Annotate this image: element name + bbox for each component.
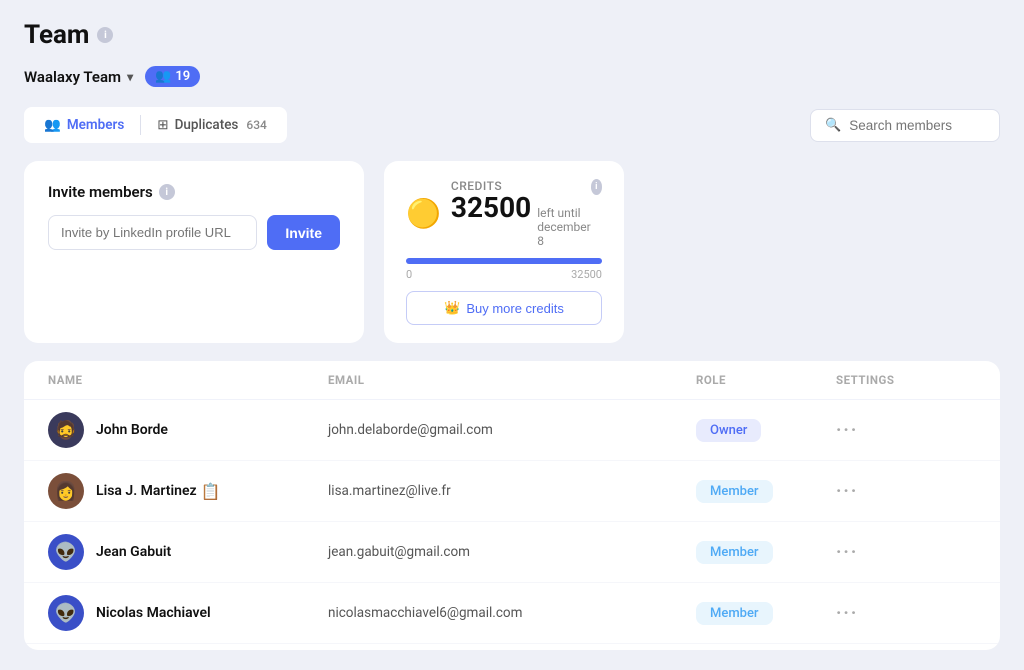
search-box[interactable]: 🔍: [810, 109, 1000, 142]
avatar: 👩: [48, 473, 84, 509]
member-name-cell: 👽 Nicolas Machiavel: [48, 595, 328, 631]
buy-credits-icon: 👑: [444, 300, 460, 316]
col-settings: SETTINGS: [836, 373, 956, 387]
invite-info-icon[interactable]: i: [159, 184, 175, 200]
member-name-cell: 🧔 John Borde: [48, 412, 328, 448]
credits-bar-bg: [406, 258, 602, 264]
table-row: 🧔 John Borde john.delaborde@gmail.com Ow…: [24, 400, 1000, 461]
duplicates-icon: ⊞: [157, 117, 168, 133]
page-title: Team: [24, 20, 89, 50]
member-email: nicolasmacchiavel6@gmail.com: [328, 605, 696, 621]
subheader-row: Waalaxy Team ▾ 👥 19: [24, 66, 1000, 87]
credits-bar-container: [406, 258, 602, 264]
member-name: Jean Gabuit: [96, 544, 171, 560]
tab-divider: [140, 115, 141, 135]
search-icon: 🔍: [825, 118, 841, 133]
team-selector[interactable]: Waalaxy Team ▾: [24, 68, 133, 86]
role-badge: Member: [696, 602, 773, 625]
col-email: EMAIL: [328, 373, 696, 387]
invite-title: Invite members i: [48, 183, 340, 201]
col-name: NAME: [48, 373, 328, 387]
member-role: Member: [696, 541, 836, 564]
settings-menu-button[interactable]: ···: [836, 542, 956, 563]
credits-bar-fill: [406, 258, 602, 264]
invite-card: Invite members i Invite: [24, 161, 364, 343]
avatar: 👽: [48, 534, 84, 570]
member-name-cell: 👩 Lisa J. Martinez 📋: [48, 473, 328, 509]
member-icon: 👥: [155, 69, 171, 84]
credits-header: 🟡 CREDITS 32500 left until december 8 i: [406, 179, 602, 248]
avatar: 🧔: [48, 412, 84, 448]
tab-members[interactable]: 👥 Members: [30, 111, 138, 139]
members-table: NAME EMAIL ROLE SETTINGS 🧔 John Borde jo…: [24, 361, 1000, 650]
member-email: lisa.martinez@live.fr: [328, 483, 696, 499]
tabs-container: 👥 Members ⊞ Duplicates 634: [24, 107, 287, 143]
role-badge: Owner: [696, 419, 761, 442]
invite-form: Invite: [48, 215, 340, 250]
settings-menu-button[interactable]: ···: [836, 420, 956, 441]
cards-row: Invite members i Invite 🟡 CREDITS 32500 …: [24, 161, 1000, 343]
member-name: Lisa J. Martinez 📋: [96, 482, 221, 501]
member-email: jean.gabuit@gmail.com: [328, 544, 696, 560]
table-row: 👩 Lisa J. Martinez 📋 lisa.martinez@live.…: [24, 461, 1000, 522]
table-header: NAME EMAIL ROLE SETTINGS: [24, 361, 1000, 400]
invite-button[interactable]: Invite: [267, 215, 340, 250]
settings-menu-button[interactable]: ···: [836, 481, 956, 502]
members-tab-label: Members: [67, 117, 124, 133]
page-info-icon[interactable]: i: [97, 27, 113, 43]
members-icon: 👥: [44, 117, 61, 133]
member-role: Member: [696, 602, 836, 625]
buy-credits-button[interactable]: 👑 Buy more credits: [406, 291, 602, 325]
member-name-cell: 👽 Jean Gabuit: [48, 534, 328, 570]
chevron-down-icon: ▾: [127, 70, 133, 84]
member-email: john.delaborde@gmail.com: [328, 422, 696, 438]
member-count-badge: 👥 19: [145, 66, 200, 87]
member-role: Owner: [696, 419, 836, 442]
credits-amount: 32500: [451, 193, 531, 224]
linkedin-icon: 📋: [201, 482, 221, 501]
credits-bar-labels: 0 32500: [406, 268, 602, 281]
settings-menu-button[interactable]: ···: [836, 603, 956, 624]
credits-icon-area: 🟡 CREDITS 32500 left until december 8: [406, 179, 591, 248]
col-role: ROLE: [696, 373, 836, 387]
member-role: Member: [696, 480, 836, 503]
credits-subtext: left until december 8: [537, 206, 590, 248]
duplicates-count: 634: [246, 118, 266, 132]
coin-icon: 🟡: [406, 197, 441, 230]
member-count: 19: [175, 69, 190, 84]
tabs-row: 👥 Members ⊞ Duplicates 634 🔍: [24, 107, 1000, 143]
role-badge: Member: [696, 541, 773, 564]
tab-duplicates[interactable]: ⊞ Duplicates 634: [143, 111, 281, 139]
search-input[interactable]: [849, 118, 985, 133]
table-row: 🧑 Lola Chmela lola.chmela@icloud.com Mem…: [24, 644, 1000, 650]
member-name: John Borde: [96, 422, 168, 438]
col-spacer: [956, 373, 976, 387]
table-row: 👽 Jean Gabuit jean.gabuit@gmail.com Memb…: [24, 522, 1000, 583]
team-name: Waalaxy Team: [24, 68, 121, 86]
credits-info: CREDITS 32500 left until december 8: [451, 179, 591, 248]
credits-bar-min: 0: [406, 268, 412, 281]
duplicates-tab-label: Duplicates: [175, 117, 239, 133]
avatar: 👽: [48, 595, 84, 631]
invite-input[interactable]: [48, 215, 257, 250]
credits-card: 🟡 CREDITS 32500 left until december 8 i: [384, 161, 624, 343]
member-name: Nicolas Machiavel: [96, 605, 211, 621]
table-row: 👽 Nicolas Machiavel nicolasmacchiavel6@g…: [24, 583, 1000, 644]
credits-info-icon[interactable]: i: [591, 179, 602, 195]
invite-title-text: Invite members: [48, 183, 153, 201]
page-header: Team i: [24, 20, 1000, 50]
table-body: 🧔 John Borde john.delaborde@gmail.com Ow…: [24, 400, 1000, 650]
credits-bar-max: 32500: [571, 268, 602, 281]
buy-credits-label: Buy more credits: [466, 301, 564, 316]
page-container: Team i Waalaxy Team ▾ 👥 19 👥 Members ⊞ D…: [0, 0, 1024, 670]
role-badge: Member: [696, 480, 773, 503]
